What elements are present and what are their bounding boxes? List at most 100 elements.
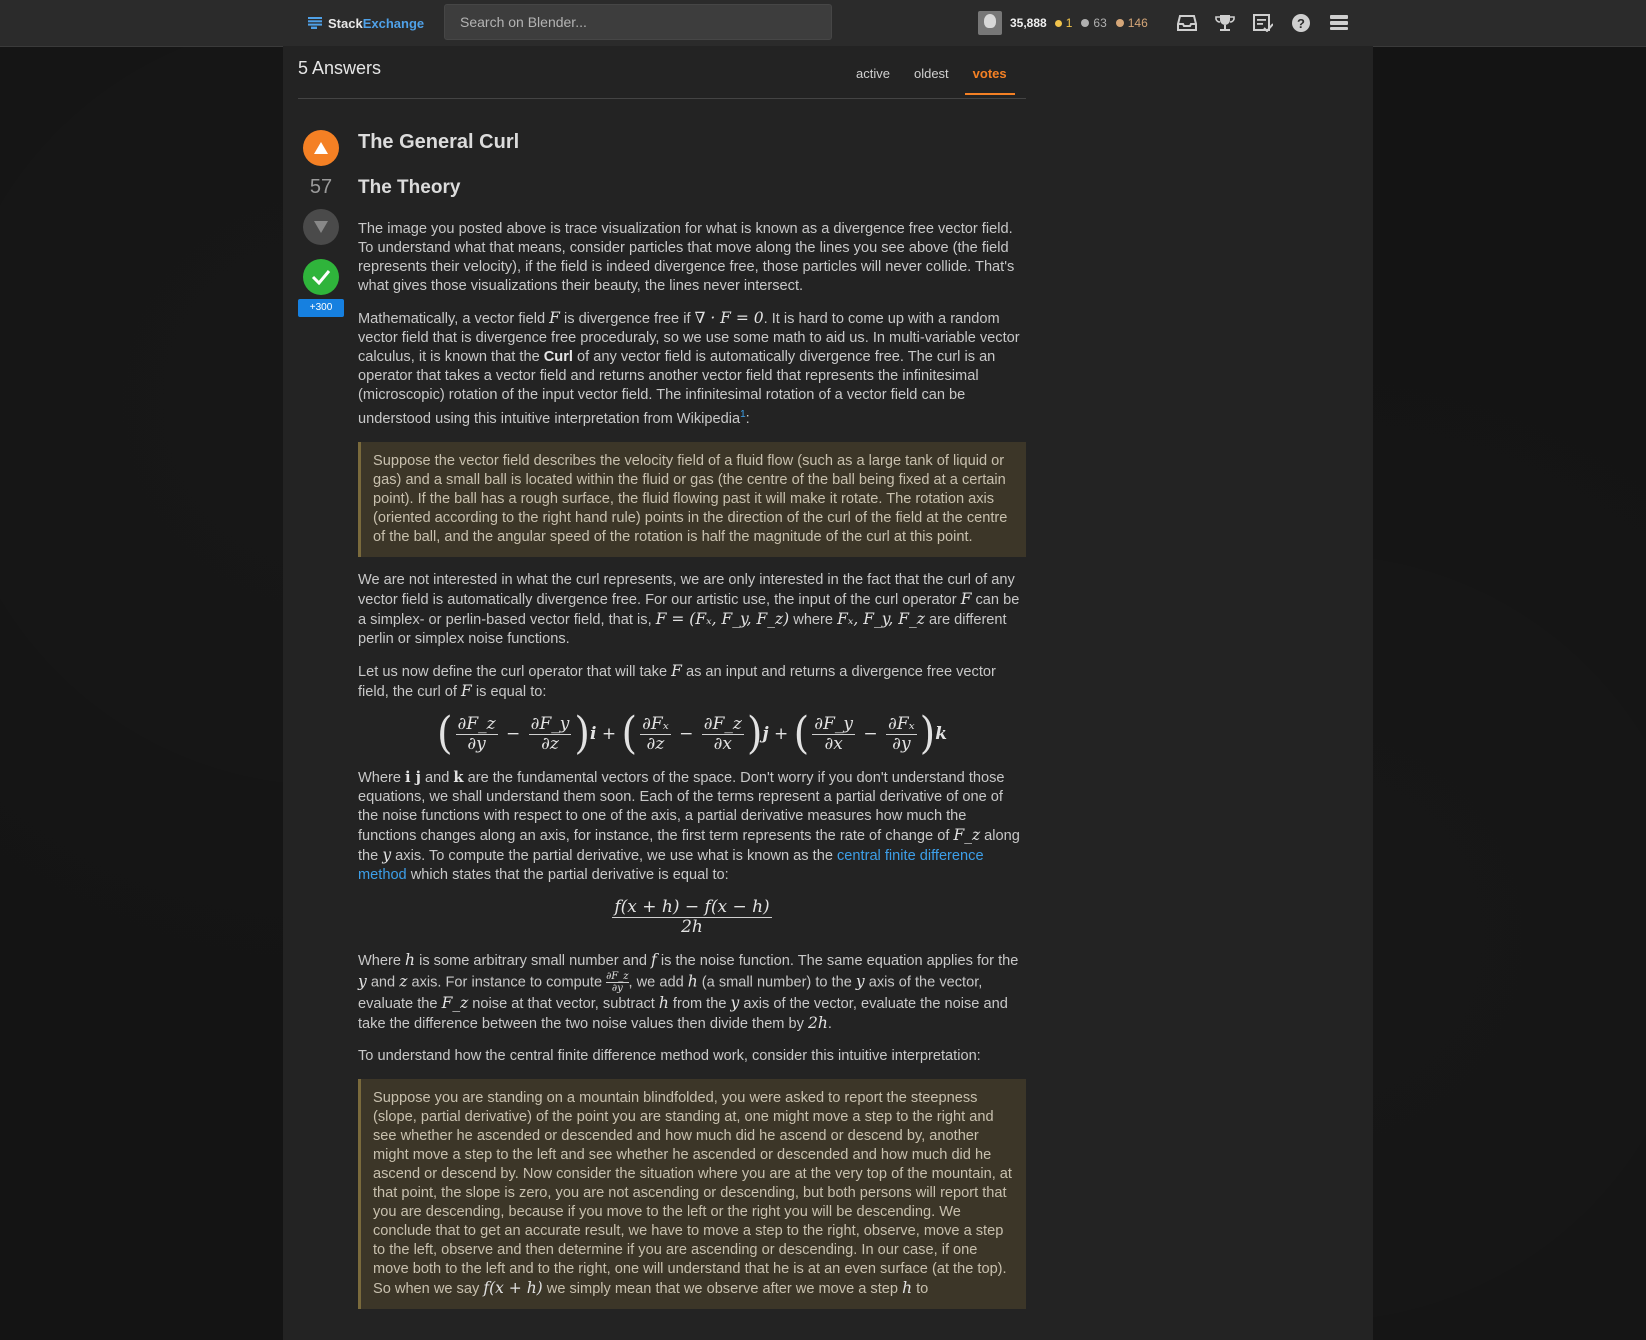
- logo-text-exchange: Exchange: [362, 15, 425, 31]
- math-Fz: F_z: [441, 993, 469, 1012]
- math-k: k: [453, 768, 464, 786]
- text: is equal to:: [471, 683, 547, 700]
- denominator: ∂y: [892, 733, 911, 754]
- silver-badges: 63: [1081, 16, 1107, 30]
- paren: ): [574, 708, 590, 760]
- text: we simply mean that we observe after we …: [542, 1280, 903, 1297]
- bold-curl: Curl: [543, 349, 573, 365]
- numerator: f(x + h) − f(x − h): [612, 896, 772, 918]
- finite-difference-equation: f(x + h) − f(x − h) 2h: [358, 896, 1026, 937]
- search-input[interactable]: Search on Blender...: [444, 4, 832, 40]
- achievements-icon[interactable]: [1213, 12, 1237, 34]
- arrow-up-icon: [314, 142, 328, 154]
- answers-count: 5 Answers: [298, 58, 382, 78]
- text: Where: [358, 769, 406, 786]
- help-icon[interactable]: ?: [1289, 12, 1313, 34]
- numerator: ∂F_z: [606, 970, 629, 983]
- text: .: [827, 1015, 832, 1032]
- math-y: y: [358, 972, 367, 991]
- gold-badges: 1: [1054, 16, 1073, 30]
- text: (a small number) to the: [697, 974, 856, 991]
- paren: ): [746, 708, 763, 760]
- numerator: ∂F_y: [528, 713, 572, 735]
- user-info[interactable]: 35,888 1 63 146: [978, 10, 1157, 36]
- math-components: Fₓ, F_y, F_z: [837, 609, 925, 628]
- text: axis. To compute the partial derivative,…: [391, 847, 837, 864]
- math-divergence: ∇ · F = 0: [694, 309, 764, 327]
- answer-heading: The General Curl: [358, 131, 520, 153]
- bronze-badges: 146: [1115, 16, 1148, 30]
- inline-fraction: ∂F_z ∂y: [606, 970, 629, 994]
- text: We are not interested in what the curl r…: [358, 571, 1015, 608]
- bronze-badge-count: 146: [1127, 16, 1148, 30]
- math-h: h: [902, 1278, 913, 1297]
- search-placeholder: Search on Blender...: [460, 14, 587, 30]
- stackexchange-logo[interactable]: Stack Exchange: [308, 12, 424, 34]
- site-switcher-icon[interactable]: [1327, 12, 1351, 34]
- accepted-answer-mark: [303, 259, 339, 295]
- tab-active[interactable]: active: [856, 66, 890, 95]
- top-bar: Stack Exchange Search on Blender... 35,88…: [0, 0, 1646, 47]
- review-icon[interactable]: [1251, 12, 1275, 34]
- text: to: [912, 1280, 929, 1297]
- stackexchange-icon: [308, 17, 322, 29]
- numerator: ∂Fₓ: [640, 713, 671, 735]
- math-fxh: f(x + h): [483, 1278, 543, 1297]
- arrow-down-icon: [314, 221, 328, 233]
- text: where: [789, 611, 838, 628]
- paren: (: [621, 708, 638, 760]
- bronze-badge-icon: [1115, 19, 1124, 27]
- text: Let us now define the curl operator that…: [358, 663, 672, 680]
- tab-votes[interactable]: votes: [964, 66, 1015, 95]
- quote-mountain: Suppose you are standing on a mountain b…: [358, 1078, 1026, 1309]
- math-F: F: [549, 309, 560, 327]
- paragraph-1: The image you posted above is trace visu…: [358, 221, 1015, 294]
- text: Mathematically, a vector field: [358, 311, 550, 327]
- math-y: y: [730, 993, 740, 1012]
- downvote-button[interactable]: [303, 209, 339, 245]
- paragraph-6: Where h is some arbitrary small number a…: [358, 951, 1026, 1034]
- text: is some arbitrary small number and: [415, 952, 652, 969]
- unit-vector-i: i: [589, 723, 597, 744]
- math-F: F: [960, 589, 972, 608]
- text: from the: [668, 995, 731, 1012]
- bounty-badge[interactable]: +300: [298, 299, 344, 317]
- paragraph-5: Where i j and k are the fundamental vect…: [358, 768, 1026, 885]
- paren: ): [919, 708, 936, 760]
- denominator: ∂z: [541, 733, 559, 754]
- numerator: ∂F_z: [701, 713, 744, 735]
- tab-oldest[interactable]: oldest: [914, 66, 949, 95]
- gold-badge-count: 1: [1065, 16, 1073, 30]
- numerator: ∂Fₓ: [886, 713, 917, 735]
- fraction: ∂F_y ∂x: [812, 714, 855, 754]
- math-F: F: [671, 661, 682, 680]
- checkmark-icon: [311, 270, 331, 285]
- logo-text-stack: Stack: [328, 15, 363, 31]
- fraction: ∂F_y ∂z: [528, 713, 572, 754]
- math-h: h: [687, 972, 698, 991]
- text: and: [366, 974, 400, 991]
- svg-text:?: ?: [1297, 16, 1305, 31]
- denominator: ∂x: [824, 733, 843, 754]
- paren: (: [436, 708, 453, 760]
- text: is divergence free if: [559, 311, 695, 327]
- fraction: ∂F_z ∂x: [701, 713, 744, 754]
- vote-count: 57: [309, 176, 333, 198]
- inbox-icon[interactable]: [1175, 12, 1199, 34]
- text: Suppose you are standing on a mountain b…: [373, 1089, 1012, 1297]
- denominator: ∂z: [646, 733, 665, 754]
- text: noise at that vector, subtract: [468, 995, 659, 1012]
- sort-tabs: active oldest votes: [856, 66, 1039, 95]
- silver-badge-icon: [1081, 19, 1090, 27]
- answer-body: The General Curl The Theory The image yo…: [358, 130, 1026, 1323]
- paragraph-3: We are not interested in what the curl r…: [358, 571, 1026, 649]
- math-y: y: [855, 972, 865, 991]
- paren: (: [793, 708, 810, 760]
- avatar[interactable]: [978, 11, 1002, 35]
- text: Where: [358, 952, 406, 969]
- top-icons: ?: [1175, 12, 1365, 34]
- text: and: [420, 769, 454, 786]
- upvote-button[interactable]: [303, 130, 339, 166]
- vote-cell: 57 +300: [298, 130, 344, 317]
- text: axis. For instance to compute: [407, 974, 607, 991]
